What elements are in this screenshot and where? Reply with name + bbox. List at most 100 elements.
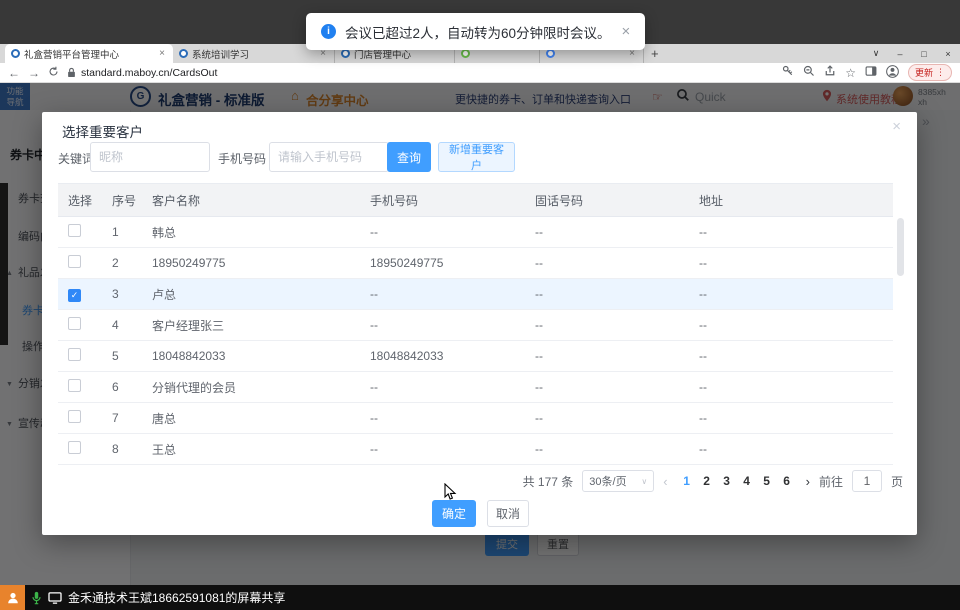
share-icon[interactable] [824,65,836,80]
table-scrollbar[interactable] [897,218,904,276]
cell-address: -- [689,256,893,270]
row-checkbox[interactable] [68,224,81,237]
table-row[interactable]: 4客户经理张三------ [58,310,893,341]
cell-name: 分销代理的会员 [142,379,360,396]
site-favicon-icon [11,49,20,58]
password-key-icon[interactable] [782,65,794,80]
lock-icon [67,67,76,78]
chrome-update-button[interactable]: 更新 ⋮ [908,64,952,81]
total-count: 共 177 条 [523,473,574,490]
cell-tel: -- [525,225,689,239]
maximize-icon[interactable]: □ [912,49,936,59]
page-size-select[interactable]: 30条/页 ∨ [582,470,654,492]
column-header: 地址 [689,192,893,209]
back-icon[interactable]: ← [8,66,20,80]
cell-name: 唐总 [142,410,360,427]
table-row[interactable]: 21895024977518950249775---- [58,248,893,279]
goto-page-input[interactable] [852,470,882,492]
window-controls: ∨ – □ × [864,44,960,63]
side-panel-icon[interactable] [865,65,877,80]
checkbox-cell [58,379,102,395]
column-header: 手机号码 [360,192,525,209]
keyword-label: 关键词 [58,150,94,167]
profile-avatar-icon[interactable] [886,65,899,81]
row-checkbox[interactable]: ✓ [68,289,81,302]
select-customer-modal: 选择重要客户 × 关键词 手机号码 查询 新增重要客户 选择序号客户名称手机号码… [42,112,917,535]
cell-address: -- [689,380,893,394]
cell-mobile: -- [360,318,525,332]
screen: 礼盒营销平台管理中心×系统培训学习×门店管理中心× + ∨ – □ × ← → … [0,0,960,610]
cell-name: 18048842033 [142,349,360,363]
cell-address: -- [689,411,893,425]
cell-index: 1 [102,225,142,239]
add-customer-button[interactable]: 新增重要客户 [438,142,515,172]
customer-table: 选择序号客户名称手机号码固话号码地址 1韩总------218950249775… [58,183,893,465]
site-favicon-icon [461,49,470,58]
table-row[interactable]: 8王总------ [58,434,893,465]
forward-icon[interactable]: → [28,66,40,80]
checkbox-cell [58,441,102,457]
table-row[interactable]: 7唐总------ [58,403,893,434]
page-size-value: 30条/页 [589,473,626,489]
dark-edge-strip [0,183,8,345]
close-tab-icon[interactable]: × [157,48,167,59]
url-field[interactable]: standard.maboy.cn/CardsOut [67,67,217,79]
page-number[interactable]: 6 [777,474,797,488]
row-checkbox[interactable] [68,410,81,423]
cell-mobile: -- [360,225,525,239]
page-number[interactable]: 1 [677,474,697,488]
toast-message: 会议已超过2人，自动转为60分钟限时会议。 [345,22,611,42]
close-window-icon[interactable]: × [936,49,960,59]
microphone-icon [31,591,42,605]
row-checkbox[interactable] [68,255,81,268]
reload-icon[interactable] [48,66,59,80]
page-number[interactable]: 4 [737,474,757,488]
zoom-icon[interactable] [803,65,815,80]
phone-label: 手机号码 [218,150,266,167]
toast-close-icon[interactable]: × [622,23,631,40]
column-header: 固话号码 [525,192,689,209]
row-checkbox[interactable] [68,441,81,454]
table-row[interactable]: 1韩总------ [58,217,893,248]
monitor-icon [48,592,62,604]
customer-table-body: 1韩总------21895024977518950249775----✓3卢总… [58,217,893,465]
page-number[interactable]: 2 [697,474,717,488]
cell-address: -- [689,318,893,332]
next-page-icon[interactable]: › [806,474,810,489]
checkbox-cell [58,348,102,364]
page-number[interactable]: 5 [757,474,777,488]
cell-tel: -- [525,349,689,363]
modal-title: 选择重要客户 [62,121,143,141]
phone-input[interactable] [269,142,389,172]
browser-tab[interactable]: 礼盒营销平台管理中心 × [5,44,173,63]
share-bar-text: 金禾通技术王斌18662591081的屏幕共享 [68,589,285,606]
table-row[interactable]: 6分销代理的会员------ [58,372,893,403]
cell-index: 3 [102,287,142,301]
minimize-icon[interactable]: – [888,49,912,59]
chrome-menu-icon[interactable]: ∨ [864,48,888,59]
row-checkbox[interactable] [68,379,81,392]
page-number[interactable]: 3 [717,474,737,488]
query-button[interactable]: 查询 [387,142,431,172]
page-numbers: 123456 [677,474,797,488]
new-tab-button[interactable]: + [644,44,666,63]
cell-name: 卢总 [142,286,360,303]
table-row[interactable]: ✓3卢总------ [58,279,893,310]
cancel-button[interactable]: 取消 [487,500,529,527]
column-header: 序号 [102,192,142,209]
cell-tel: -- [525,442,689,456]
row-checkbox[interactable] [68,317,81,330]
tab-title: 礼盒营销平台管理中心 [24,47,153,61]
row-checkbox[interactable] [68,348,81,361]
column-header: 选择 [58,192,102,209]
screen-share-bar: 金禾通技术王斌18662591081的屏幕共享 [0,585,960,610]
cell-name: 韩总 [142,224,360,241]
modal-close-icon[interactable]: × [892,118,901,135]
tab-title: 系统培训学习 [192,47,314,61]
prev-page-icon[interactable]: ‹ [663,474,667,489]
site-favicon-icon [341,49,350,58]
table-row[interactable]: 51804884203318048842033---- [58,341,893,372]
bookmark-star-icon[interactable]: ☆ [845,66,856,80]
keyword-input[interactable] [90,142,210,172]
cell-mobile: -- [360,287,525,301]
